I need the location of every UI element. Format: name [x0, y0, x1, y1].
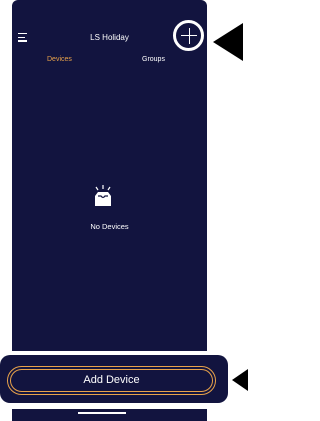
empty-state-text: No Devices — [90, 222, 129, 231]
tab-groups[interactable]: Groups — [142, 56, 165, 63]
add-device-button[interactable]: Add Device — [7, 366, 216, 395]
tab-bar: Devices Groups — [12, 56, 207, 68]
app-screen: LS Holiday — [12, 0, 207, 351]
callout-arrow-add — [213, 23, 243, 61]
next-screen-strip — [12, 409, 207, 421]
tab-devices[interactable]: Devices — [47, 56, 72, 63]
empty-tray-icon — [95, 185, 111, 206]
add-device-plus-button[interactable] — [173, 20, 204, 51]
callout-arrow-add-device — [232, 369, 248, 391]
